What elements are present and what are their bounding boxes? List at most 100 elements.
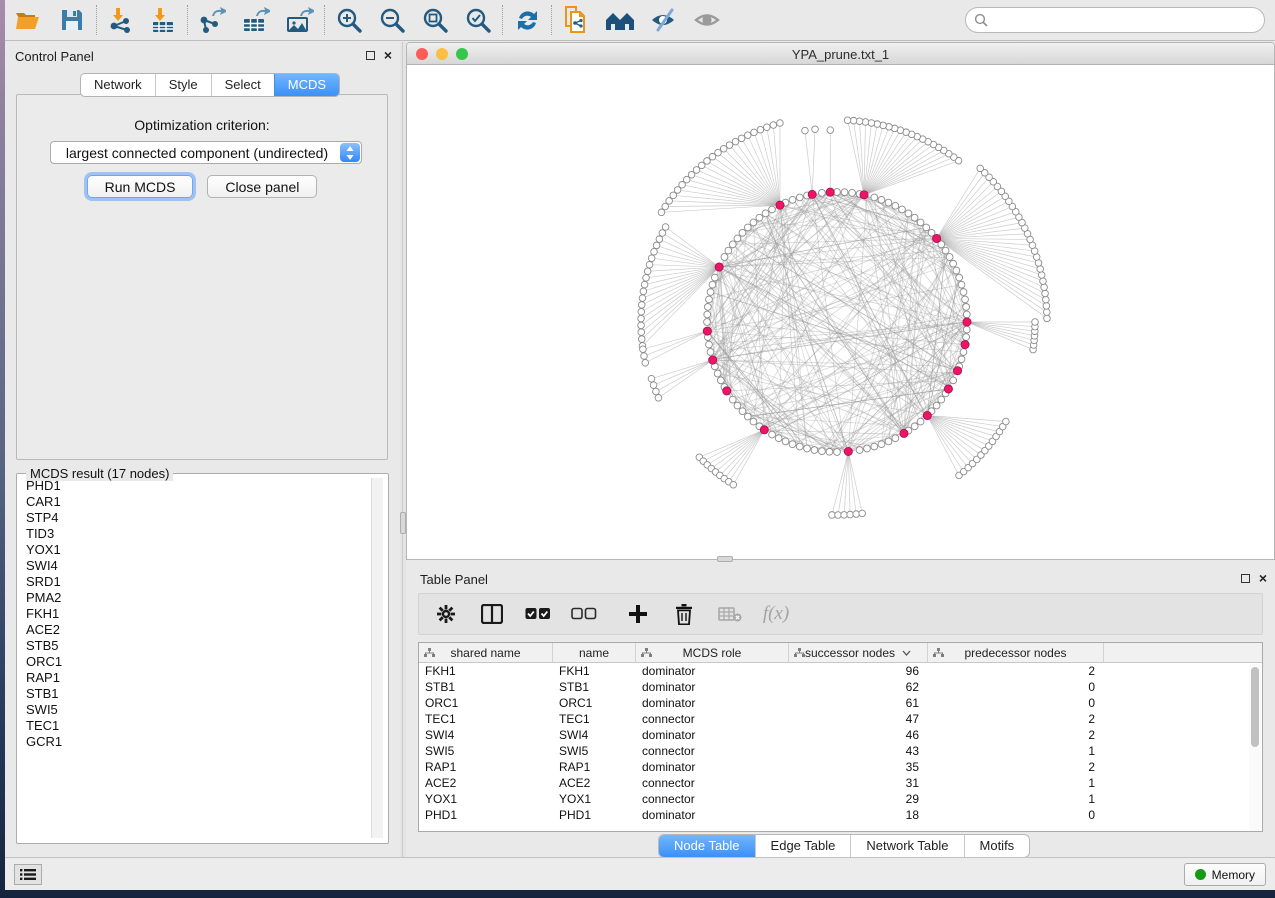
mcds-result-item[interactable]: FKH1 <box>21 606 369 622</box>
node-table: shared namenameMCDS rolesuccessor nodesp… <box>418 642 1263 832</box>
zoom-in-icon[interactable] <box>332 4 366 36</box>
table-row[interactable]: SWI4SWI4dominator462 <box>419 727 1262 743</box>
horizontal-splitter-grip[interactable] <box>717 556 733 562</box>
column-selector-icon[interactable] <box>479 601 505 627</box>
mcds-result-list[interactable]: PHD1CAR1STP4TID3YOX1SWI4SRD1PMA2FKH1ACE2… <box>21 478 369 838</box>
search-field[interactable] <box>965 7 1265 33</box>
table-row[interactable]: FKH1FKH1dominator962 <box>419 663 1262 679</box>
run-mcds-button[interactable]: Run MCDS <box>87 175 194 198</box>
mcds-result-item[interactable]: SWI4 <box>21 558 369 574</box>
table-cell: 29 <box>789 792 928 806</box>
zoom-fit-icon[interactable] <box>418 4 452 36</box>
tab-motifs[interactable]: Motifs <box>964 835 1030 857</box>
table-cell: SWI4 <box>419 728 553 742</box>
table-row[interactable]: SWI5SWI5connector431 <box>419 743 1262 759</box>
open-file-icon[interactable] <box>11 4 45 36</box>
table-cell: 1 <box>928 776 1104 790</box>
tab-edge-table[interactable]: Edge Table <box>755 835 851 857</box>
delete-row-icon[interactable] <box>671 601 697 627</box>
mcds-result-item[interactable]: STB1 <box>21 686 369 702</box>
table-tabs: Node TableEdge TableNetwork TableMotifs <box>658 834 1030 858</box>
task-history-button[interactable] <box>14 864 42 885</box>
close-panel-icon[interactable]: × <box>1259 573 1267 583</box>
network-canvas[interactable] <box>407 65 1275 560</box>
scrollbar-thumb[interactable] <box>1251 667 1259 747</box>
tab-mcds[interactable]: MCDS <box>274 74 339 96</box>
mcds-result-item[interactable]: SRD1 <box>21 574 369 590</box>
table-row[interactable]: PHD1PHD1dominator180 <box>419 807 1262 823</box>
float-panel-icon[interactable] <box>366 51 375 60</box>
table-row[interactable]: TEC1TEC1connector472 <box>419 711 1262 727</box>
tab-style[interactable]: Style <box>155 74 211 96</box>
function-builder-icon[interactable]: f(x) <box>763 601 789 627</box>
mcds-result-item[interactable]: SWI5 <box>21 702 369 718</box>
close-panel-icon[interactable]: × <box>384 50 392 60</box>
export-table-icon[interactable] <box>239 4 273 36</box>
export-image-icon[interactable] <box>283 4 317 36</box>
table-cell: STB1 <box>419 680 553 694</box>
column-header-shared-name[interactable]: shared name <box>419 643 553 663</box>
float-panel-icon[interactable] <box>1241 574 1250 583</box>
mcds-result-item[interactable]: ORC1 <box>21 654 369 670</box>
tab-network-table[interactable]: Network Table <box>850 835 963 857</box>
network-view-window: YPA_prune.txt_1 <box>406 42 1275 560</box>
save-icon[interactable] <box>55 4 89 36</box>
close-panel-button[interactable]: Close panel <box>207 175 317 198</box>
tab-select[interactable]: Select <box>211 74 274 96</box>
table-cell: dominator <box>636 696 789 710</box>
export-network-icon[interactable] <box>195 4 229 36</box>
dropdown-stepper-icon <box>340 143 360 162</box>
import-table-icon[interactable] <box>146 4 180 36</box>
tab-network[interactable]: Network <box>81 74 155 96</box>
first-neighbors-icon[interactable] <box>603 4 637 36</box>
toolbar-separator <box>502 5 503 35</box>
column-header-predecessor-nodes[interactable]: predecessor nodes <box>928 643 1104 663</box>
deselect-all-icon[interactable] <box>571 601 597 627</box>
zoom-selected-icon[interactable] <box>461 4 495 36</box>
column-header-MCDS-role[interactable]: MCDS role <box>636 643 789 663</box>
table-row[interactable]: ACE2ACE2connector311 <box>419 775 1262 791</box>
table-cell: 61 <box>789 696 928 710</box>
mcds-result-item[interactable]: GCR1 <box>21 734 369 750</box>
mcds-result-item[interactable]: TID3 <box>21 526 369 542</box>
table-cell: FKH1 <box>419 664 553 678</box>
tab-node-table[interactable]: Node Table <box>659 835 755 857</box>
mcds-result-item[interactable]: TEC1 <box>21 718 369 734</box>
import-network-icon[interactable] <box>104 4 138 36</box>
mcds-result-item[interactable]: YOX1 <box>21 542 369 558</box>
zoom-out-icon[interactable] <box>375 4 409 36</box>
table-row[interactable]: ORC1ORC1dominator610 <box>419 695 1262 711</box>
list-icon <box>20 868 36 881</box>
mcds-list-scrollbar[interactable] <box>371 478 383 838</box>
network-title: YPA_prune.txt_1 <box>407 47 1274 62</box>
show-details-icon[interactable] <box>691 4 725 36</box>
status-bar: Memory <box>5 857 1275 890</box>
add-row-icon[interactable] <box>625 601 651 627</box>
mcds-result-item[interactable]: RAP1 <box>21 670 369 686</box>
table-scrollbar[interactable] <box>1249 664 1261 831</box>
memory-button[interactable]: Memory <box>1184 863 1266 886</box>
refresh-view-icon[interactable] <box>510 4 544 36</box>
mcds-result-item[interactable]: PMA2 <box>21 590 369 606</box>
mcds-result-item[interactable]: STP4 <box>21 510 369 526</box>
search-input[interactable] <box>989 13 1239 28</box>
table-cell: 0 <box>928 680 1104 694</box>
table-cell: TEC1 <box>553 712 636 726</box>
clone-network-icon[interactable] <box>559 4 593 36</box>
table-row[interactable]: RAP1RAP1dominator352 <box>419 759 1262 775</box>
mcds-result-item[interactable]: ACE2 <box>21 622 369 638</box>
hide-details-icon[interactable] <box>647 4 681 36</box>
mcds-result-item[interactable]: CAR1 <box>21 494 369 510</box>
network-window-titlebar[interactable]: YPA_prune.txt_1 <box>407 43 1274 65</box>
table-row[interactable]: STB1STB1dominator620 <box>419 679 1262 695</box>
mcds-result-item[interactable]: STB5 <box>21 638 369 654</box>
table-row[interactable]: YOX1YOX1connector291 <box>419 791 1262 807</box>
table-cell: ACE2 <box>553 776 636 790</box>
table-settings-icon[interactable] <box>433 601 459 627</box>
column-header-successor-nodes[interactable]: successor nodes <box>789 643 928 663</box>
select-all-icon[interactable] <box>525 601 551 627</box>
criterion-dropdown[interactable]: largest connected component (undirected) <box>50 141 362 164</box>
table-cell: 43 <box>789 744 928 758</box>
delete-table-icon[interactable] <box>717 601 743 627</box>
column-header-name[interactable]: name <box>553 643 636 663</box>
